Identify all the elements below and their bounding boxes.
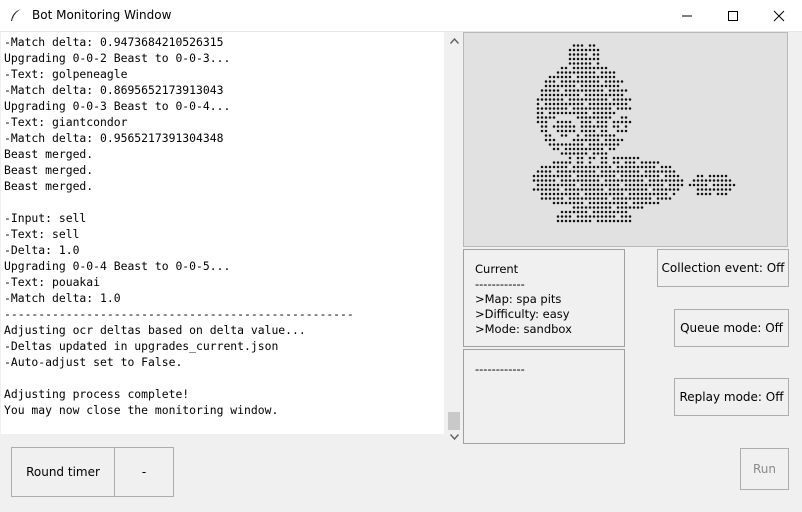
round-timer-button[interactable]: Round timer: [11, 447, 115, 497]
maximize-button[interactable]: [710, 0, 756, 31]
monkey-logo-icon: [532, 44, 736, 223]
events-panel: ------------: [463, 349, 625, 444]
maximize-icon: [728, 10, 738, 21]
scroll-up-icon: [449, 38, 459, 44]
title-bar: Bot Monitoring Window: [0, 0, 802, 32]
console-line: Upgrading 0-0-4 Beast to 0-0-5...: [4, 259, 231, 273]
run-button[interactable]: Run: [740, 448, 789, 490]
logo-panel: [463, 32, 788, 247]
console-scrollbar[interactable]: [446, 32, 462, 446]
console-line: -Match delta: 0.9565217391304348: [4, 131, 224, 145]
collection-event-button[interactable]: Collection event: Off: [657, 249, 789, 287]
replay-mode-button[interactable]: Replay mode: Off: [674, 378, 789, 416]
scroll-thumb[interactable]: [448, 412, 460, 430]
console-line: -Match delta: 0.8695652173913043: [4, 83, 224, 97]
console-line: Beast merged.: [4, 179, 94, 193]
minimize-icon: [682, 15, 692, 16]
close-icon: [773, 10, 785, 21]
round-timer-value: -: [114, 447, 174, 497]
console-line: -Match delta: 1.0: [4, 291, 121, 305]
console-line: -Text: giantcondor: [4, 115, 128, 129]
window-title: Bot Monitoring Window: [32, 8, 172, 22]
console-line: -Match delta: 0.9473684210526315: [4, 35, 224, 49]
console-line: Beast merged.: [4, 163, 94, 177]
status-difficulty: >Difficulty: easy: [475, 307, 570, 321]
queue-mode-button[interactable]: Queue mode: Off: [674, 309, 789, 347]
console-bottom-margin: [1, 434, 444, 444]
console-line: Adjusting ocr deltas based on delta valu…: [4, 323, 306, 337]
scroll-down-icon: [449, 434, 459, 440]
console-line: ----------------------------------------…: [4, 307, 354, 321]
close-button[interactable]: [756, 0, 802, 31]
scroll-down-button[interactable]: [446, 430, 462, 444]
console-line: -Deltas updated in upgrades_current.json: [4, 339, 279, 353]
console-output[interactable]: -Match delta: 0.9473684210526315 Upgradin…: [1, 32, 444, 434]
scroll-up-button[interactable]: [446, 34, 462, 48]
console-line: -Text: golpeneagle: [4, 67, 128, 81]
feather-icon: [11, 9, 21, 21]
status-mode: >Mode: sandbox: [475, 322, 572, 336]
minimize-button[interactable]: [664, 0, 710, 31]
status-divider: ------------: [475, 277, 525, 291]
console-text: -Match delta: 0.9473684210526315 Upgradin…: [1, 32, 444, 418]
status-panel: Current ------------ >Map: spa pits >Dif…: [463, 249, 625, 347]
console-line: -Input: sell: [4, 211, 87, 225]
console-line: -Delta: 1.0: [4, 243, 80, 257]
console-line: Adjusting process complete!: [4, 387, 190, 401]
console-line: -Text: pouakai: [4, 275, 101, 289]
status-map: >Map: spa pits: [475, 292, 562, 306]
console-line: Beast merged.: [4, 147, 94, 161]
status-heading: Current: [475, 262, 519, 276]
console-line: -Auto-adjust set to False.: [4, 355, 183, 369]
console-line: Upgrading 0-0-2 Beast to 0-0-3...: [4, 51, 231, 65]
console-line: Upgrading 0-0-3 Beast to 0-0-4...: [4, 99, 231, 113]
console-line: You may now close the monitoring window.: [4, 403, 279, 417]
console-line: -Text: sell: [4, 227, 80, 241]
events-divider: ------------: [475, 362, 525, 376]
